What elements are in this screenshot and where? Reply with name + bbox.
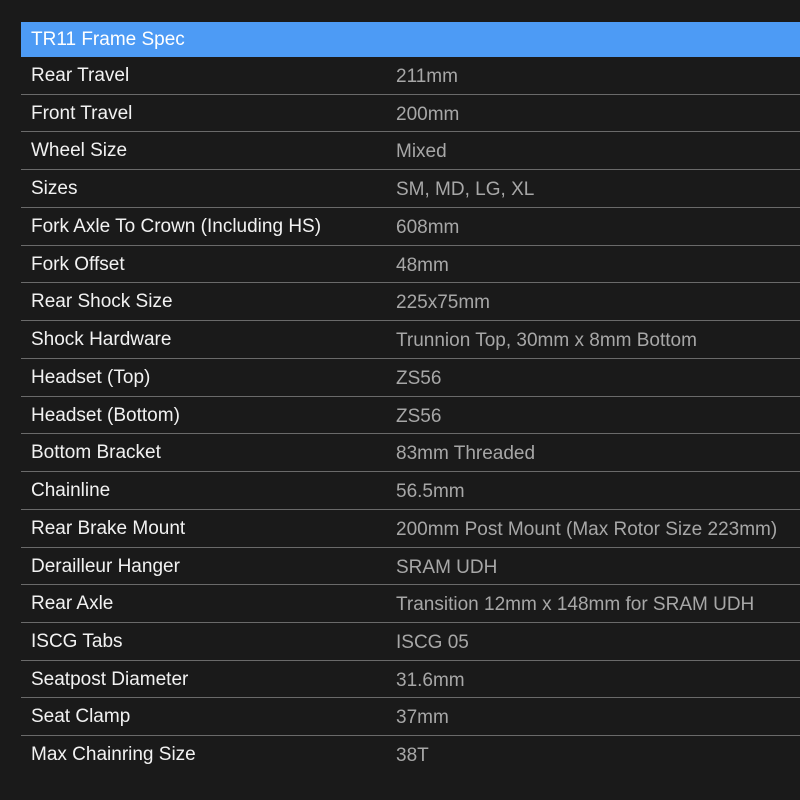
spec-label: Derailleur Hanger [31, 555, 180, 577]
spec-value: SM, MD, LG, XL [396, 179, 535, 201]
spec-label: Wheel Size [31, 140, 128, 162]
spec-label: Rear Axle [31, 593, 114, 615]
spec-value: 225x75mm [396, 292, 490, 314]
table-row: Fork Offset 48mm [21, 246, 800, 284]
spec-label: ISCG Tabs [31, 631, 123, 653]
table-row: Max Chainring Size 38T [21, 736, 800, 774]
spec-label: Fork Axle To Crown (Including HS) [31, 215, 322, 237]
spec-label: Bottom Bracket [31, 442, 161, 464]
table-row: ISCG Tabs ISCG 05 [21, 623, 800, 661]
spec-value: 56.5mm [396, 481, 465, 503]
spec-value: ZS56 [396, 367, 442, 389]
table-row: Front Travel 200mm [21, 95, 800, 133]
spec-label: Chainline [31, 480, 111, 502]
spec-rows: Rear Travel 211mm Front Travel 200mm Wheel S… [21, 57, 800, 774]
spec-value: 211mm [396, 66, 458, 87]
table-title: TR11 Frame Spec [21, 22, 800, 57]
spec-label: Fork Offset [31, 253, 125, 275]
spec-value: 200mm Post Mount (Max Rotor Size 223mm) [396, 518, 778, 540]
spec-label: Headset (Top) [31, 366, 151, 388]
table-row: Seatpost Diameter 31.6mm [21, 661, 800, 699]
spec-value: Mixed [396, 141, 447, 163]
spec-label: Seatpost Diameter [31, 668, 189, 690]
spec-label: Rear Travel [31, 65, 130, 86]
spec-value: 38T [396, 745, 429, 767]
table-row: Seat Clamp 37mm [21, 698, 800, 737]
table-row: Rear Brake Mount 200mm Post Mount (Max Ro… [21, 510, 800, 548]
spec-label: Max Chainring Size [31, 744, 196, 766]
spec-value: SRAM UDH [396, 556, 498, 578]
table-row: Sizes SM, MD, LG, XL [21, 170, 800, 208]
spec-value: 48mm [396, 254, 449, 276]
spec-label: Front Travel [31, 102, 133, 124]
table-row: Rear Travel 211mm [21, 57, 800, 95]
spec-value: 37mm [396, 707, 449, 729]
table-row: Headset (Top) ZS56 [21, 359, 800, 397]
spec-value: Trunnion Top, 30mm x 8mm Bottom [396, 330, 697, 352]
spec-value: ZS56 [396, 405, 442, 427]
spec-label: Rear Shock Size [31, 291, 173, 313]
frame-spec-table: TR11 Frame Spec Rear Travel 211mm Front Tr… [21, 22, 800, 774]
spec-label: Seat Clamp [31, 706, 131, 728]
table-row: Bottom Bracket 83mm Threaded [21, 434, 800, 473]
spec-value: 608mm [396, 216, 460, 238]
table-row: Fork Axle To Crown (Including HS) 608mm [21, 208, 800, 246]
table-row: Wheel Size Mixed [21, 132, 800, 171]
table-row: Rear Axle Transition 12mm x 148mm for SRA… [21, 585, 800, 624]
spec-label: Sizes [31, 178, 78, 200]
table-row: Headset (Bottom) ZS56 [21, 397, 800, 435]
table-row: Derailleur Hanger SRAM UDH [21, 548, 800, 586]
spec-value: 200mm [396, 103, 460, 125]
spec-value: ISCG 05 [396, 632, 469, 654]
spec-label: Shock Hardware [31, 329, 172, 351]
spec-value: 31.6mm [396, 669, 465, 691]
spec-value: 83mm Threaded [396, 443, 536, 465]
table-row: Chainline 56.5mm [21, 472, 800, 510]
table-row: Rear Shock Size 225x75mm [21, 283, 800, 322]
spec-value: Transition 12mm x 148mm for SRAM UDH [396, 594, 755, 616]
spec-label: Rear Brake Mount [31, 517, 186, 539]
spec-label: Headset (Bottom) [31, 404, 180, 426]
table-row: Shock Hardware Trunnion Top, 30mm x 8mm B… [21, 321, 800, 359]
